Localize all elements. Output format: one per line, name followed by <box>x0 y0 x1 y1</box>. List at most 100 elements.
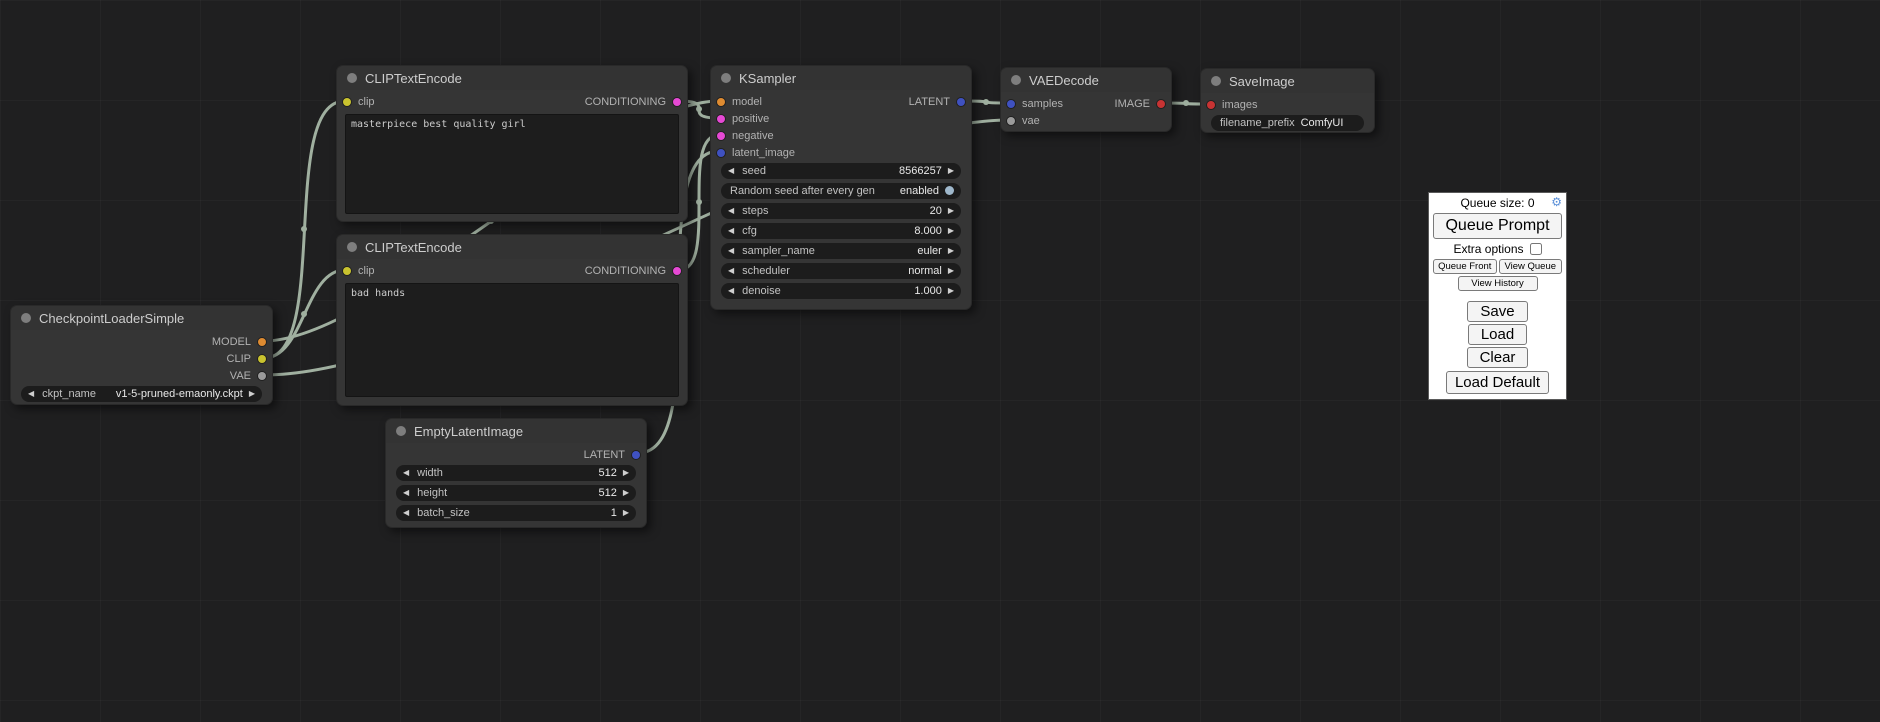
widget-sampler-name[interactable]: ◀ sampler_name euler ▶ <box>721 243 961 259</box>
widget-scheduler[interactable]: ◀ scheduler normal ▶ <box>721 263 961 279</box>
widget-value: 20 <box>930 205 942 217</box>
node-empty-latent-image[interactable]: EmptyLatentImage LATENT ◀ width 512 ▶ ◀ … <box>385 418 647 528</box>
decrement-arrow-icon[interactable]: ◀ <box>403 509 409 517</box>
queue-front-button[interactable]: Queue Front <box>1433 259 1497 274</box>
view-history-button[interactable]: View History <box>1458 276 1538 291</box>
node-title-bar[interactable]: SaveImage <box>1201 69 1374 93</box>
widget-steps[interactable]: ◀ steps 20 ▶ <box>721 203 961 219</box>
input-slot-negative[interactable] <box>717 132 725 140</box>
increment-arrow-icon[interactable]: ▶ <box>948 167 954 175</box>
collapse-dot-icon[interactable] <box>347 73 357 83</box>
increment-arrow-icon[interactable]: ▶ <box>249 390 255 398</box>
widget-label: Random seed after every gen <box>730 185 875 197</box>
node-save-image[interactable]: SaveImage images filename_prefix ComfyUI <box>1200 68 1375 133</box>
node-title-bar[interactable]: EmptyLatentImage <box>386 419 646 443</box>
node-clip-text-encode-positive[interactable]: CLIPTextEncode clip CONDITIONING masterp… <box>336 65 688 222</box>
collapse-dot-icon[interactable] <box>1211 76 1221 86</box>
save-button[interactable]: Save <box>1467 301 1527 322</box>
input-slot-positive[interactable] <box>717 115 725 123</box>
input-slot-clip[interactable] <box>343 267 351 275</box>
collapse-dot-icon[interactable] <box>347 242 357 252</box>
widget-batch-size[interactable]: ◀ batch_size 1 ▶ <box>396 505 636 521</box>
queue-prompt-button[interactable]: Queue Prompt <box>1433 213 1562 239</box>
decrement-arrow-icon[interactable]: ◀ <box>28 390 34 398</box>
decrement-arrow-icon[interactable]: ◀ <box>728 247 734 255</box>
node-ksampler[interactable]: KSampler model LATENT positive negative … <box>710 65 972 310</box>
increment-arrow-icon[interactable]: ▶ <box>948 247 954 255</box>
node-vae-decode[interactable]: VAEDecode samples IMAGE vae <box>1000 67 1172 132</box>
node-title: EmptyLatentImage <box>414 424 523 439</box>
node-title: CLIPTextEncode <box>365 240 462 255</box>
output-slot-clip[interactable] <box>258 355 266 363</box>
link-midpoint-dot <box>983 99 989 105</box>
load-default-button[interactable]: Load Default <box>1446 371 1549 394</box>
extra-options-checkbox[interactable] <box>1530 243 1542 255</box>
input-slot-clip[interactable] <box>343 98 351 106</box>
view-queue-button[interactable]: View Queue <box>1499 259 1563 274</box>
node-title-bar[interactable]: KSampler <box>711 66 971 90</box>
output-slot-model[interactable] <box>258 338 266 346</box>
widget-value: ComfyUI <box>1301 117 1344 129</box>
input-label: samples <box>1022 98 1063 110</box>
output-slot-latent[interactable] <box>632 451 640 459</box>
increment-arrow-icon[interactable]: ▶ <box>623 489 629 497</box>
prompt-text-input[interactable]: masterpiece best quality girl <box>345 114 679 214</box>
widget-filename-prefix[interactable]: filename_prefix ComfyUI <box>1211 115 1364 131</box>
decrement-arrow-icon[interactable]: ◀ <box>728 267 734 275</box>
widget-denoise[interactable]: ◀ denoise 1.000 ▶ <box>721 283 961 299</box>
node-title-bar[interactable]: CLIPTextEncode <box>337 66 687 90</box>
increment-arrow-icon[interactable]: ▶ <box>948 227 954 235</box>
node-title-bar[interactable]: VAEDecode <box>1001 68 1171 92</box>
node-clip-text-encode-negative[interactable]: CLIPTextEncode clip CONDITIONING bad han… <box>336 234 688 406</box>
node-canvas[interactable]: CheckpointLoaderSimple MODEL CLIP VAE ◀ … <box>0 0 1880 722</box>
load-button[interactable]: Load <box>1468 324 1527 345</box>
widget-width[interactable]: ◀ width 512 ▶ <box>396 465 636 481</box>
collapse-dot-icon[interactable] <box>396 426 406 436</box>
node-title: KSampler <box>739 71 796 86</box>
increment-arrow-icon[interactable]: ▶ <box>623 469 629 477</box>
decrement-arrow-icon[interactable]: ◀ <box>728 287 734 295</box>
collapse-dot-icon[interactable] <box>1011 75 1021 85</box>
decrement-arrow-icon[interactable]: ◀ <box>728 167 734 175</box>
input-slot-samples[interactable] <box>1007 100 1015 108</box>
node-checkpoint-loader[interactable]: CheckpointLoaderSimple MODEL CLIP VAE ◀ … <box>10 305 273 405</box>
decrement-arrow-icon[interactable]: ◀ <box>728 207 734 215</box>
output-slot-vae[interactable] <box>258 372 266 380</box>
link-midpoint-dot <box>696 199 702 205</box>
widget-random-seed-control[interactable]: Random seed after every gen enabled <box>721 183 961 199</box>
decrement-arrow-icon[interactable]: ◀ <box>403 489 409 497</box>
clear-button[interactable]: Clear <box>1467 347 1529 368</box>
widget-cfg[interactable]: ◀ cfg 8.000 ▶ <box>721 223 961 239</box>
increment-arrow-icon[interactable]: ▶ <box>948 287 954 295</box>
input-slot-latent-image[interactable] <box>717 149 725 157</box>
widget-height[interactable]: ◀ height 512 ▶ <box>396 485 636 501</box>
collapse-dot-icon[interactable] <box>721 73 731 83</box>
link-midpoint-dot <box>301 226 307 232</box>
widget-value: euler <box>917 245 941 257</box>
widget-seed[interactable]: ◀ seed 8566257 ▶ <box>721 163 961 179</box>
widget-ckpt-name[interactable]: ◀ ckpt_name v1-5-pruned-emaonly.ckpt ▶ <box>21 386 262 402</box>
toggle-on-icon[interactable] <box>945 186 954 195</box>
input-slot-images[interactable] <box>1207 101 1215 109</box>
decrement-arrow-icon[interactable]: ◀ <box>728 227 734 235</box>
increment-arrow-icon[interactable]: ▶ <box>623 509 629 517</box>
node-title-bar[interactable]: CLIPTextEncode <box>337 235 687 259</box>
link-midpoint-dot <box>696 106 702 112</box>
prompt-text-input[interactable]: bad hands <box>345 283 679 397</box>
output-label: LATENT <box>909 96 950 108</box>
output-slot-conditioning[interactable] <box>673 98 681 106</box>
settings-gear-icon[interactable]: ⚙ <box>1551 195 1562 209</box>
decrement-arrow-icon[interactable]: ◀ <box>403 469 409 477</box>
input-slot-vae[interactable] <box>1007 117 1015 125</box>
output-slot-image[interactable] <box>1157 100 1165 108</box>
input-slot-model[interactable] <box>717 98 725 106</box>
increment-arrow-icon[interactable]: ▶ <box>948 207 954 215</box>
input-label: model <box>732 96 762 108</box>
output-slot-conditioning[interactable] <box>673 267 681 275</box>
output-label: CONDITIONING <box>585 96 666 108</box>
node-title-bar[interactable]: CheckpointLoaderSimple <box>11 306 272 330</box>
output-slot-latent[interactable] <box>957 98 965 106</box>
increment-arrow-icon[interactable]: ▶ <box>948 267 954 275</box>
widget-label: ckpt_name <box>42 388 96 400</box>
collapse-dot-icon[interactable] <box>21 313 31 323</box>
